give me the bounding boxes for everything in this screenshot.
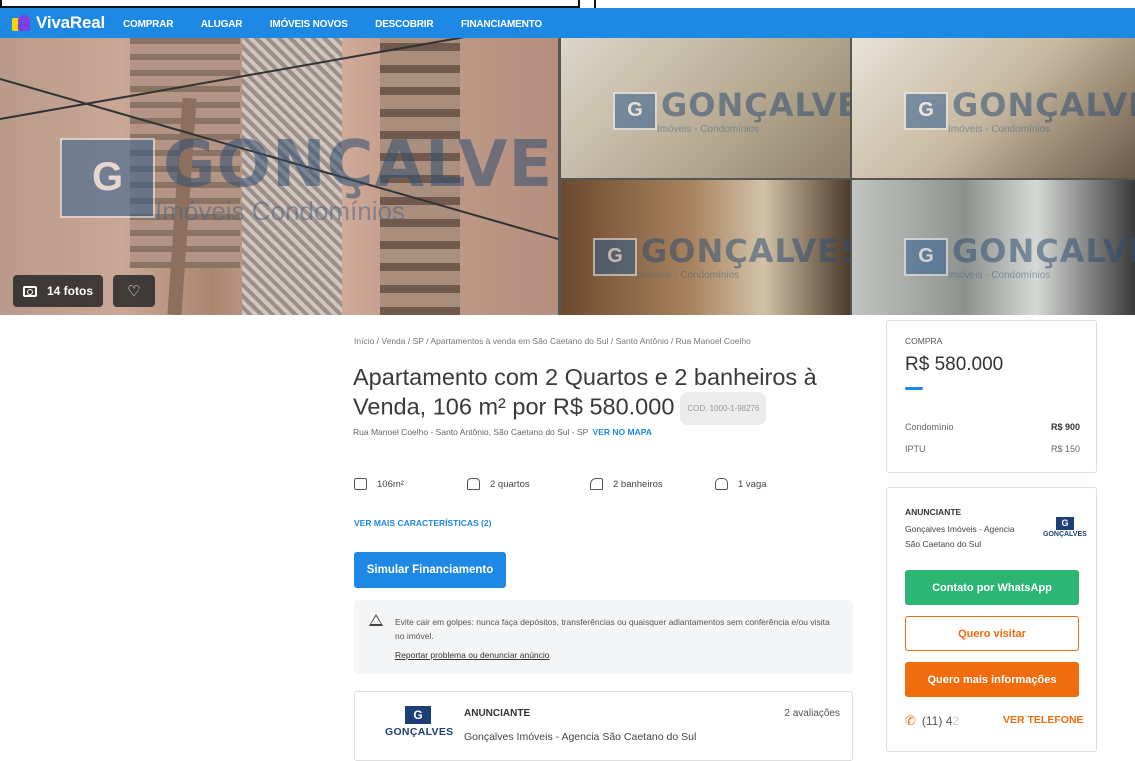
phone-number: ✆ (11) 42: [905, 713, 960, 728]
site-header: VivaReal COMPRAR ALUGAR IMÓVEIS NOVOS DE…: [0, 8, 1135, 38]
warning-text: Evite cair em golpes: nunca faça depósit…: [395, 617, 830, 641]
contact-box: ANUNCIANTE Gonçalves Imóveis - Agencia S…: [886, 487, 1097, 752]
house-logo-icon: [12, 15, 30, 31]
advertiser-logo: G GONÇALVES: [385, 706, 454, 738]
photo-count-button[interactable]: 14 fotos: [13, 275, 104, 307]
watermark-icon: G: [60, 137, 155, 218]
main-photo[interactable]: G GONÇALVES Imóveis Condomínios: [0, 38, 558, 315]
feature-bedrooms: 2 quartos: [467, 478, 590, 490]
advertiser-label: ANUNCIANTE: [905, 507, 962, 517]
watermark-logo: G GONÇALVESImóveis - Condomínios: [593, 232, 850, 281]
report-link[interactable]: Reportar problema ou denunciar anúncio: [395, 650, 550, 660]
photo-gallery: G GONÇALVES Imóveis Condomínios G GONÇAL…: [0, 38, 1135, 315]
watermark-logo: G GONÇALVESImóveis - Condomínios: [613, 86, 850, 135]
nav-alugar[interactable]: ALUGAR: [201, 19, 243, 30]
watermark-logo: G GONÇALVESImóveis - Condomínios: [904, 232, 1135, 281]
bed-icon: [467, 478, 480, 490]
price-label: COMPRA: [905, 336, 943, 346]
gallery-photo-bedroom[interactable]: G GONÇALVES Imóveis - Condomínios: [561, 180, 850, 315]
nav-imoveis-novos[interactable]: IMÓVEIS NOVOS: [270, 19, 348, 30]
heart-icon: ♡: [127, 283, 141, 300]
reviews-count[interactable]: 2 avaliações: [784, 708, 840, 719]
show-phone-link[interactable]: VER TELEFONE: [1003, 714, 1084, 726]
advertiser-logo-icon: G: [1056, 517, 1074, 530]
gallery-photo-kitchen-3[interactable]: G GONÇALVESImóveis - Condomínios: [852, 180, 1135, 315]
car-icon: [715, 478, 728, 490]
area-icon: [354, 478, 367, 490]
warning-icon: [369, 614, 383, 626]
iptu-row: IPTU R$ 150: [905, 444, 1080, 454]
simulate-financing-button[interactable]: Simular Financiamento: [354, 552, 506, 588]
feature-bathrooms: 2 banheiros: [590, 478, 715, 490]
advertiser-logo-icon: G: [405, 706, 431, 724]
listing-code: COD. 1000-1-98276: [680, 392, 767, 425]
gallery-photo-kitchen-1[interactable]: G GONÇALVESImóveis - Condomínios: [561, 38, 850, 178]
breadcrumb[interactable]: Início / Venda / SP / Apartamentos à ven…: [354, 336, 751, 346]
advertiser-card[interactable]: G GONÇALVES ANUNCIANTE Gonçalves Imóveis…: [354, 691, 853, 761]
map-link[interactable]: VER NO MAPA: [593, 427, 652, 437]
advertiser-name: Gonçalves Imóveis - Agencia São Caetano …: [464, 731, 697, 743]
more-info-button[interactable]: Quero mais informações: [905, 662, 1079, 697]
price-box: COMPRA R$ 580.000 Condomínio R$ 900 IPTU R…: [886, 320, 1097, 473]
price-value: R$ 580.000: [905, 354, 1004, 375]
advertiser-label: ANUNCIANTE: [464, 708, 531, 719]
photo-count: 14 fotos: [47, 284, 94, 298]
gallery-photo-kitchen-2[interactable]: G GONÇALVESImóveis - Condomínios: [852, 38, 1135, 178]
listing-address: Rua Manoel Coelho - Santo Antônio, São C…: [353, 427, 652, 437]
favorite-button[interactable]: ♡: [113, 275, 155, 307]
advertiser-logo: G GONÇALVES: [1043, 517, 1087, 538]
vivareal-logo[interactable]: VivaReal: [12, 13, 105, 33]
watermark-logo: G GONÇALVESImóveis - Condomínios: [904, 86, 1135, 135]
listing-title: Apartamento com 2 Quartos e 2 banheiros …: [353, 363, 853, 425]
nav-descobrir[interactable]: DESCOBRIR: [375, 19, 433, 30]
more-features-link[interactable]: VER MAIS CARACTERÍSTICAS (2): [354, 518, 491, 528]
watermark-icon: G: [904, 91, 948, 130]
features-row: 106m² 2 quartos 2 banheiros 1 vaga: [354, 478, 767, 490]
watermark-logo: G GONÇALVES Imóveis Condomínios: [60, 128, 558, 227]
nav-financiamento[interactable]: FINANCIAMENTO: [461, 19, 542, 30]
watermark-icon: G: [904, 237, 948, 276]
feature-parking: 1 vaga: [715, 478, 767, 490]
camera-icon: [23, 285, 37, 297]
watermark-icon: G: [593, 237, 637, 276]
condo-row: Condomínio R$ 900: [905, 422, 1080, 432]
price-accent-bar: [905, 387, 923, 390]
main-nav: COMPRAR ALUGAR IMÓVEIS NOVOS DESCOBRIR F…: [123, 14, 565, 32]
advertiser-name: Gonçalves Imóveis - Agencia São Caetano …: [905, 524, 1015, 549]
phone-icon: ✆: [905, 713, 916, 728]
brand-name: VivaReal: [36, 13, 105, 32]
shower-icon: [590, 478, 603, 490]
whatsapp-button[interactable]: Contato por WhatsApp: [905, 570, 1079, 605]
window-top-strip: [0, 0, 1135, 8]
visit-button[interactable]: Quero visitar: [905, 616, 1079, 651]
watermark-icon: G: [613, 91, 657, 130]
scam-warning: Evite cair em golpes: nunca faça depósit…: [354, 600, 853, 674]
feature-area: 106m²: [354, 478, 467, 490]
nav-comprar[interactable]: COMPRAR: [123, 19, 173, 30]
